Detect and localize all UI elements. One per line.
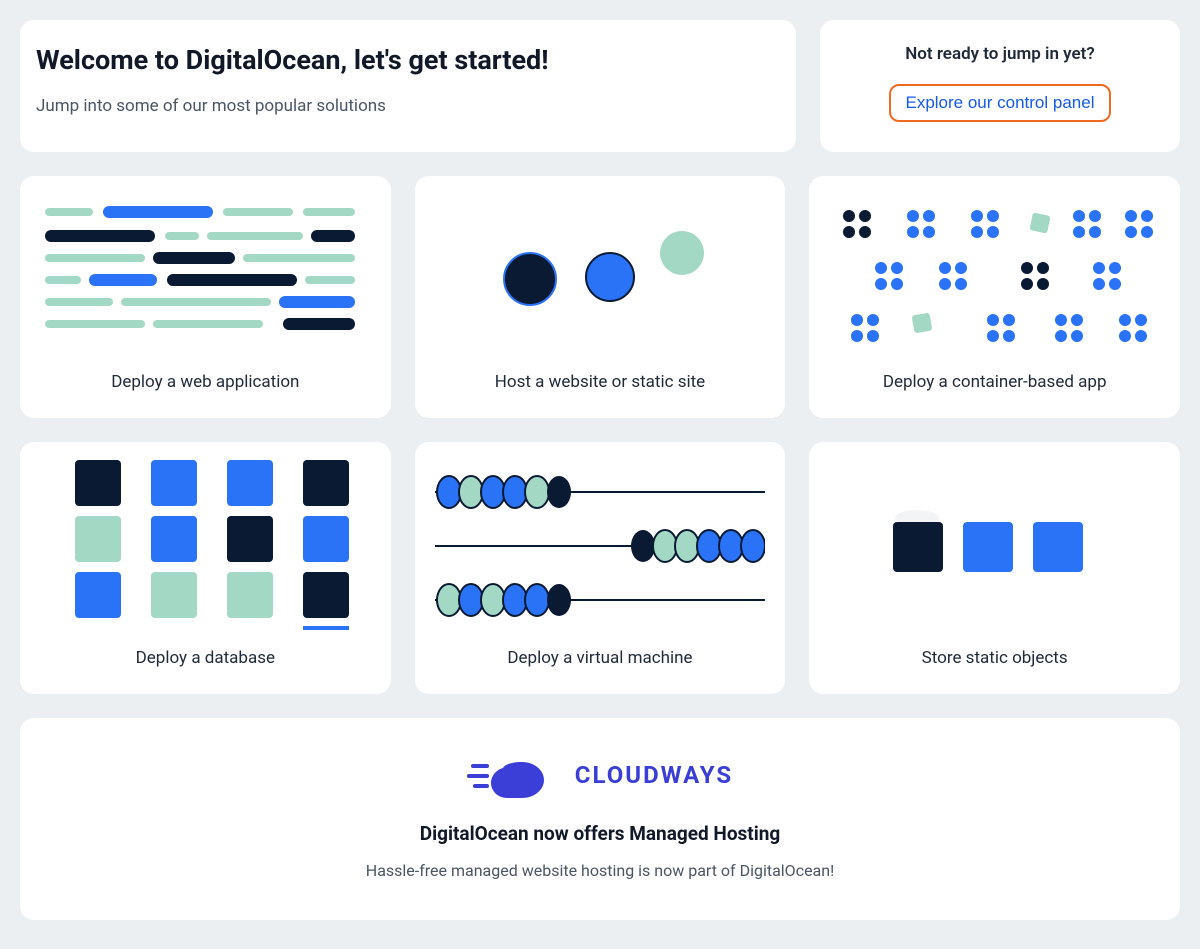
tile-label: Deploy a web application (38, 372, 373, 392)
banner-headline: DigitalOcean now offers Managed Hosting (44, 822, 1156, 845)
tile-label: Store static objects (827, 648, 1162, 668)
tile-deploy-virtual-machine[interactable]: Deploy a virtual machine (415, 442, 786, 694)
tile-store-static-objects[interactable]: Store static objects (809, 442, 1180, 694)
tile-label: Deploy a virtual machine (433, 648, 768, 668)
explore-control-panel-button[interactable]: Explore our control panel (889, 84, 1110, 122)
page-title: Welcome to DigitalOcean, let's get start… (36, 44, 768, 76)
tile-label: Deploy a database (38, 648, 373, 668)
side-prompt: Not ready to jump in yet? (842, 44, 1158, 64)
tile-deploy-container-app[interactable]: Deploy a container-based app (809, 176, 1180, 418)
abacus-icon (433, 460, 768, 630)
tile-deploy-database[interactable]: Deploy a database (20, 442, 391, 694)
tile-deploy-web-application[interactable]: Deploy a web application (20, 176, 391, 418)
cloudways-icon (467, 750, 567, 800)
solutions-grid: Deploy a web application Host a website … (20, 176, 1180, 694)
page-subtitle: Jump into some of our most popular solut… (36, 96, 768, 116)
code-lines-icon (38, 194, 373, 354)
welcome-card: Welcome to DigitalOcean, let's get start… (20, 20, 796, 152)
cloudways-brand-text: CLOUDWAYS (575, 761, 733, 789)
tile-host-website[interactable]: Host a website or static site (415, 176, 786, 418)
banner-subtext: Hassle-free managed website hosting is n… (44, 861, 1156, 880)
side-card: Not ready to jump in yet? Explore our co… (820, 20, 1180, 152)
cloudways-logo: CLOUDWAYS (44, 750, 1156, 800)
cloudways-banner: CLOUDWAYS DigitalOcean now offers Manage… (20, 718, 1180, 920)
database-squares-icon (38, 460, 373, 630)
container-dots-icon (827, 194, 1162, 354)
storage-blocks-icon (827, 460, 1162, 630)
circles-icon (433, 194, 768, 354)
tile-label: Host a website or static site (433, 372, 768, 392)
tile-label: Deploy a container-based app (827, 372, 1162, 392)
